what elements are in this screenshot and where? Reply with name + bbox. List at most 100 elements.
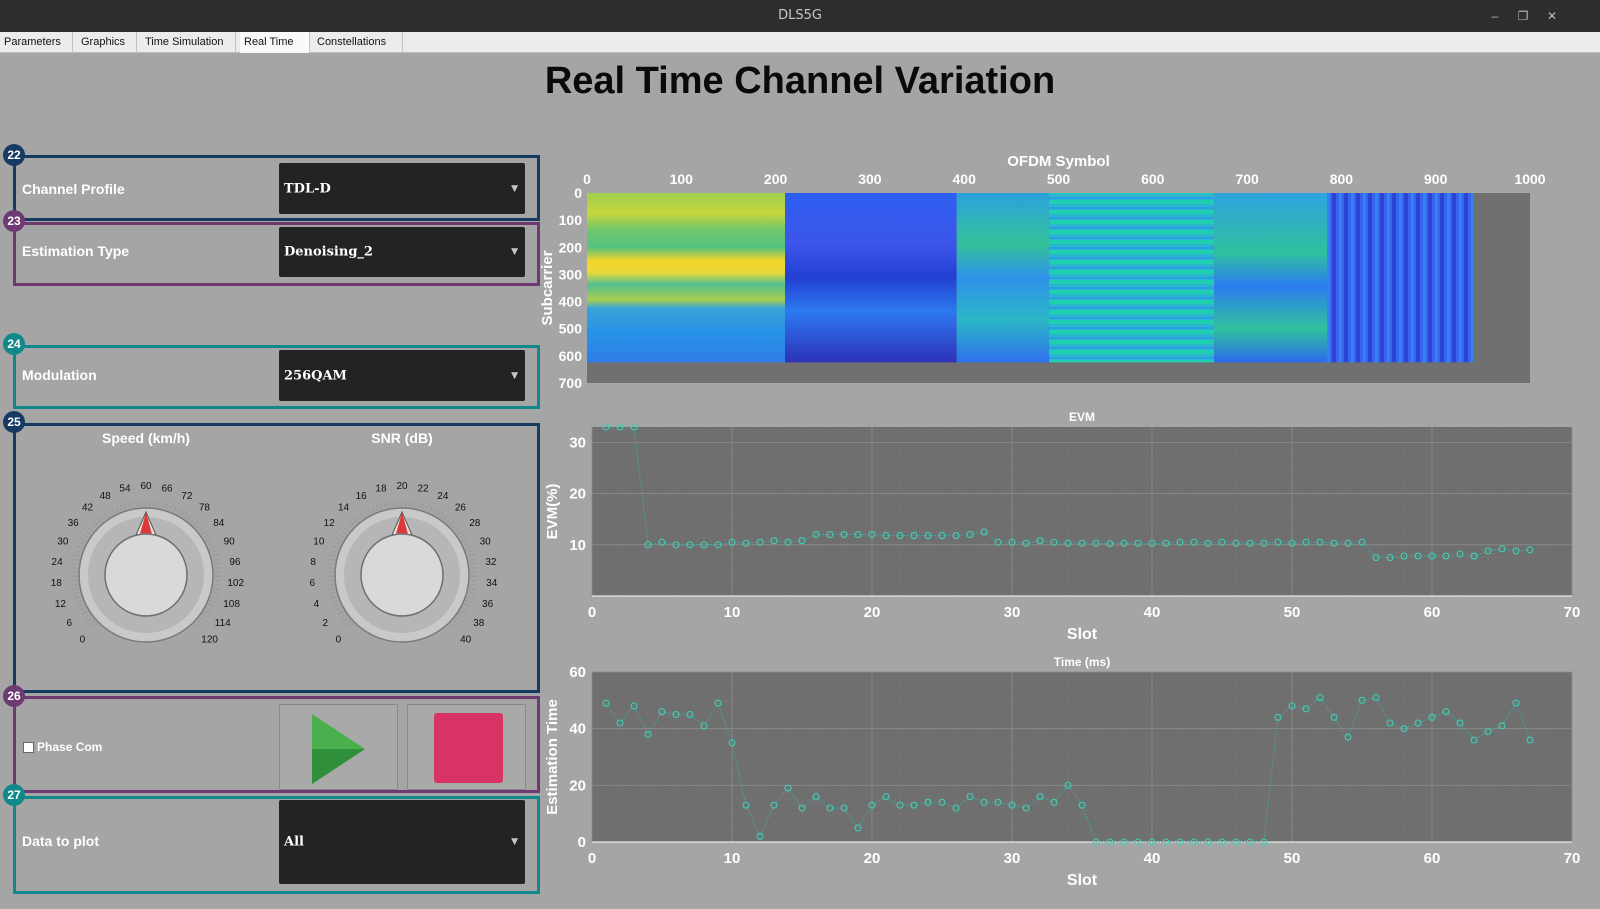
modulation-dropdown[interactable]: 256QAM ▼ bbox=[279, 350, 525, 401]
speed-knob-minor-tick bbox=[157, 501, 160, 508]
snr-knob-minor-tick bbox=[459, 534, 466, 539]
evm-chart-y-tick-label: 20 bbox=[569, 486, 586, 503]
heatmap-x-tick-label: 1000 bbox=[1514, 171, 1545, 187]
heatmap-segment bbox=[1049, 193, 1215, 363]
snr-knob-tick-label: 40 bbox=[460, 635, 472, 646]
speed-knob-minor-tick bbox=[208, 603, 215, 607]
snr-knob-minor-tick bbox=[450, 623, 456, 629]
minimize-button[interactable]: – bbox=[1486, 7, 1504, 25]
time-chart-y-tick-label: 40 bbox=[569, 721, 586, 738]
speed-knob-minor-tick bbox=[214, 567, 221, 569]
channel-heatmap: 0 100 200 300 400 500 600 700 800 900 1000 0 100 200 3… bbox=[540, 153, 1546, 391]
snr-knob-minor-tick bbox=[328, 587, 335, 591]
snr-knob-minor-tick bbox=[470, 567, 477, 569]
snr-knob-minor-tick bbox=[461, 537, 468, 542]
speed-knob-tick-label: 120 bbox=[201, 635, 218, 646]
restore-button[interactable]: ❐ bbox=[1514, 7, 1532, 25]
estimation-type-dropdown[interactable]: Denoising_2 ▼ bbox=[279, 227, 525, 277]
speed-knob-minor-tick bbox=[72, 587, 79, 591]
speed-knob-minor-tick bbox=[80, 537, 87, 542]
speed-knob-minor-tick bbox=[74, 549, 81, 553]
snr-knob-tick-label: 26 bbox=[455, 503, 467, 514]
channel-profile-dropdown[interactable]: TDL-D ▼ bbox=[279, 163, 525, 214]
snr-knob-minor-tick bbox=[363, 510, 368, 516]
snr-knob-minor-tick bbox=[470, 562, 477, 565]
tab-parameters[interactable]: Parameters bbox=[0, 32, 73, 53]
time-chart-x-tick-label: 50 bbox=[1284, 850, 1301, 867]
title-bar: DLS5G – ❐ ✕ bbox=[0, 0, 1600, 32]
speed-knob-tick-label: 36 bbox=[68, 518, 80, 529]
stop-button[interactable] bbox=[407, 704, 526, 790]
close-button[interactable]: ✕ bbox=[1543, 7, 1561, 25]
snr-knob-minor-tick bbox=[328, 558, 335, 561]
speed-knob-tick-label: 66 bbox=[161, 483, 173, 494]
snr-knob-minor-tick bbox=[466, 599, 473, 603]
speed-knob-tick-label: 0 bbox=[80, 635, 86, 646]
speed-knob-minor-tick bbox=[199, 617, 206, 622]
snr-knob-minor-tick bbox=[469, 558, 476, 561]
speed-knob-minor-tick bbox=[206, 607, 213, 611]
snr-knob-minor-tick bbox=[331, 599, 338, 603]
speed-knob-minor-tick bbox=[194, 623, 200, 629]
snr-knob-minor-tick bbox=[452, 523, 458, 529]
speed-knob-minor-tick bbox=[103, 512, 109, 518]
snr-knob-minor-tick bbox=[457, 530, 463, 535]
tab-real-time[interactable]: Real Time bbox=[240, 32, 310, 53]
snr-knob-minor-tick bbox=[333, 603, 340, 607]
play-button[interactable] bbox=[279, 704, 398, 790]
phase-com-checkbox[interactable] bbox=[23, 742, 34, 753]
evm-chart-x-tick-label: 10 bbox=[724, 604, 741, 621]
speed-knob-title: Speed (km/h) bbox=[102, 430, 190, 446]
snr-knob-minor-tick bbox=[327, 567, 334, 569]
speed-knob-minor-tick bbox=[214, 583, 221, 586]
speed-knob-tick-label: 6 bbox=[66, 618, 72, 629]
snr-knob-minor-tick bbox=[341, 530, 347, 535]
snr-knob-tick-label: 24 bbox=[437, 491, 449, 502]
snr-knob-minor-tick bbox=[446, 517, 452, 523]
speed-knob-minor-tick bbox=[76, 545, 83, 550]
speed-knob-minor-tick bbox=[180, 510, 185, 516]
speed-knob-minor-tick bbox=[123, 503, 127, 510]
estimation-type-label: Estimation Type bbox=[22, 243, 130, 259]
speed-knob-minor-tick bbox=[119, 504, 123, 511]
snr-knob-minor-tick bbox=[356, 514, 361, 521]
snr-knob-minor-tick bbox=[327, 583, 334, 586]
speed-knob-minor-tick bbox=[89, 620, 95, 626]
heatmap-y-axis-label: Subcarrier bbox=[540, 250, 556, 325]
panel-badge-24: 24 bbox=[3, 333, 25, 355]
speed-knob-minor-tick bbox=[71, 562, 78, 565]
snr-knob-minor-tick bbox=[464, 603, 471, 607]
speed-knob-minor-tick bbox=[74, 595, 81, 599]
speed-knob-tick-label: 96 bbox=[229, 557, 241, 568]
speed-knob-minor-tick bbox=[212, 554, 219, 557]
heatmap-x-tick-label: 400 bbox=[953, 171, 977, 187]
speed-knob-minor-tick bbox=[75, 599, 82, 603]
heatmap-segment bbox=[956, 193, 1050, 363]
heatmap-x-tick-label: 0 bbox=[583, 171, 591, 187]
snr-knob-minor-tick bbox=[336, 537, 343, 542]
snr-knob-minor-tick bbox=[343, 527, 349, 532]
stop-icon bbox=[434, 713, 503, 783]
speed-knob-minor-tick bbox=[210, 599, 217, 603]
snr-knob-minor-tick bbox=[468, 591, 475, 595]
modulation-label: Modulation bbox=[22, 367, 97, 383]
snr-knob-tick-label: 22 bbox=[417, 483, 429, 494]
snr-knob-minor-tick bbox=[337, 610, 344, 615]
speed-knob[interactable]: 06 12 18 24 30 3642 48 54 60 66 72 7884 90 96 102 108 11… bbox=[41, 470, 251, 680]
speed-knob-tick-label: 78 bbox=[199, 503, 211, 514]
heatmap-y-tick-label: 300 bbox=[559, 266, 583, 282]
tab-constellations[interactable]: Constellations bbox=[313, 32, 403, 53]
tab-graphics[interactable]: Graphics bbox=[77, 32, 137, 53]
snr-knob-minor-tick bbox=[329, 554, 336, 557]
tab-bar: Parameters Graphics Time Simulation Real… bbox=[0, 32, 1600, 53]
tab-time-simulation[interactable]: Time Simulation bbox=[141, 32, 236, 53]
snr-knob[interactable]: 024681012141618 20 22242628303234363840 bbox=[297, 470, 507, 680]
speed-knob-minor-tick bbox=[85, 530, 91, 535]
data-to-plot-dropdown[interactable]: All ▼ bbox=[279, 800, 525, 884]
snr-knob-minor-tick bbox=[338, 534, 345, 539]
snr-knob-minor-tick bbox=[409, 500, 412, 507]
snr-knob-tick-label: 0 bbox=[336, 635, 342, 646]
snr-knob-minor-tick bbox=[345, 620, 351, 626]
time-chart-y-axis-label: Estimation Time bbox=[544, 699, 561, 815]
snr-knob-minor-tick bbox=[455, 617, 462, 622]
